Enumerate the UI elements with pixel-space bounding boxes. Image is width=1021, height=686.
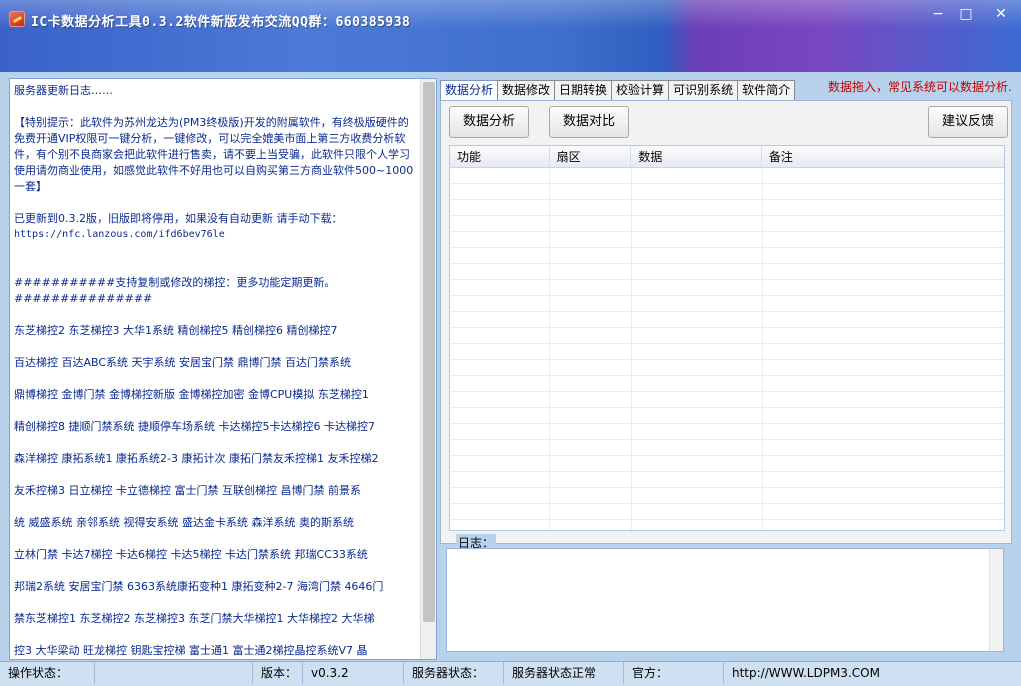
tab-strip: 数据分析 数据修改 日期转换 校验计算 可识别系统 软件简介: [440, 80, 796, 102]
server-log-text: 服务器更新日志…… 【特别提示：此软件为苏州龙达为(PM3终极版)开发的附属软件…: [14, 83, 418, 659]
table-header: 功能 扇区 数据 备注: [450, 146, 1004, 168]
result-table[interactable]: 功能 扇区 数据 备注: [449, 145, 1005, 531]
table-body[interactable]: [450, 168, 1004, 530]
supported-line: 立林门禁 卡达7梯控 卡达6梯控 卡达5梯控 卡达门禁系统 邦瑞CC33系统: [14, 548, 368, 561]
app-icon: [9, 11, 25, 27]
supported-line: 禁东芝梯控1 东芝梯控2 东芝梯控3 东芝门禁大华梯控1 大华梯控2 大华梯: [14, 612, 375, 625]
log-scrollbar-thumb[interactable]: [423, 82, 435, 622]
log-box-scrollbar[interactable]: [989, 549, 1003, 651]
version-value: v0.3.2: [303, 662, 404, 684]
download-url[interactable]: https://nfc.lanzous.com/ifd6bev76le: [14, 227, 418, 243]
status-bar: 操作状态： 版本： v0.3.2 服务器状态： 服务器状态正常 官方： http…: [0, 661, 1021, 686]
column-header-note[interactable]: 备注: [762, 146, 1004, 168]
tab-data-modify[interactable]: 数据修改: [497, 80, 556, 101]
official-url[interactable]: http://WWW.LDPM3.COM: [724, 662, 1021, 684]
tab-checksum[interactable]: 校验计算: [611, 80, 670, 101]
compare-button[interactable]: 数据对比: [549, 106, 629, 138]
supported-line: 统 威盛系统 亲邻系统 视得安系统 盛达金卡系统 森洋系统 奥的斯系统: [14, 516, 354, 529]
title-bar: IC卡数据分析工具0.3.2软件新版发布交流QQ群：660385938 − □ …: [0, 0, 1021, 72]
supported-line: 森洋梯控 康拓系统1 康拓系统2-3 康拓计次 康拓门禁友禾控梯1 友禾控梯2: [14, 452, 379, 465]
close-button[interactable]: ✕: [988, 6, 1014, 24]
version-label: 版本：: [253, 662, 303, 684]
tab-data-analysis[interactable]: 数据分析: [440, 80, 499, 102]
supported-line: 精创梯控8 捷顺门禁系统 捷顺停车场系统 卡达梯控5卡达梯控6 卡达梯控7: [14, 420, 375, 433]
tab-about[interactable]: 软件简介: [737, 80, 796, 101]
column-header-data[interactable]: 数据: [631, 146, 762, 168]
supported-line: 东芝梯控2 东芝梯控3 大华1系统 精创梯控5 精创梯控6 精创梯控7: [14, 324, 338, 337]
maximize-button[interactable]: □: [953, 6, 979, 24]
feedback-button[interactable]: 建议反馈: [928, 106, 1008, 138]
server-status-label: 服务器状态：: [404, 662, 504, 684]
server-status-value: 服务器状态正常: [504, 662, 624, 684]
analyze-button[interactable]: 数据分析: [449, 106, 529, 138]
tab-recognized-systems[interactable]: 可识别系统: [668, 80, 739, 101]
log-heading: 服务器更新日志……: [14, 84, 113, 97]
main-panel: 数据分析 数据修改 日期转换 校验计算 可识别系统 软件简介 数据拖入，常见系统…: [440, 78, 1015, 660]
column-header-sector[interactable]: 扇区: [550, 146, 632, 168]
log-update: 已更新到0.3.2版，旧版即将停用，如果没有自动更新 请手动下载：: [14, 212, 343, 225]
op-status-value: [95, 662, 253, 684]
supported-line: 友禾控梯3 日立梯控 卡立德梯控 富士门禁 互联创梯控 昌博门禁 前景系: [14, 484, 361, 497]
window-title: IC卡数据分析工具0.3.2软件新版发布交流QQ群：660385938: [31, 15, 411, 30]
drag-hint: 数据拖入，常见系统可以数据分析.: [828, 80, 1012, 94]
official-label: 官方：: [624, 662, 724, 684]
minimize-button[interactable]: −: [925, 6, 951, 24]
supported-line: 邦瑞2系统 安居宝门禁 6363系统康拓变种1 康拓变种2-7 海湾门禁 464…: [14, 580, 384, 593]
supported-line: 百达梯控 百达ABC系统 天宇系统 安居宝门禁 鼎博门禁 百达门禁系统: [14, 356, 352, 369]
analysis-tab-page: 数据分析 数据对比 建议反馈 功能 扇区 数据 备注: [440, 100, 1012, 544]
tab-date-convert[interactable]: 日期转换: [554, 80, 613, 101]
server-log-panel[interactable]: 服务器更新日志…… 【特别提示：此软件为苏州龙达为(PM3终极版)开发的附属软件…: [9, 78, 437, 660]
supported-line: 控3 大华梁动 旺龙梯控 钥匙宝控梯 富士通1 富士通2梯控晶控系统V7 晶: [14, 644, 368, 657]
op-status-label: 操作状态：: [0, 662, 95, 684]
supported-line: 鼎博梯控 金博门禁 金博梯控新版 金博梯控加密 金博CPU模拟 东芝梯控1: [14, 388, 369, 401]
log-notice: 【特别提示：此软件为苏州龙达为(PM3终极版)开发的附属软件，有终极版硬件的免费…: [14, 116, 414, 193]
supported-header: ###########支持复制或修改的梯控：更多功能定期更新。#########…: [14, 276, 336, 305]
column-header-function[interactable]: 功能: [450, 146, 550, 168]
log-textarea[interactable]: [446, 548, 1004, 652]
log-scrollbar[interactable]: [420, 79, 436, 659]
